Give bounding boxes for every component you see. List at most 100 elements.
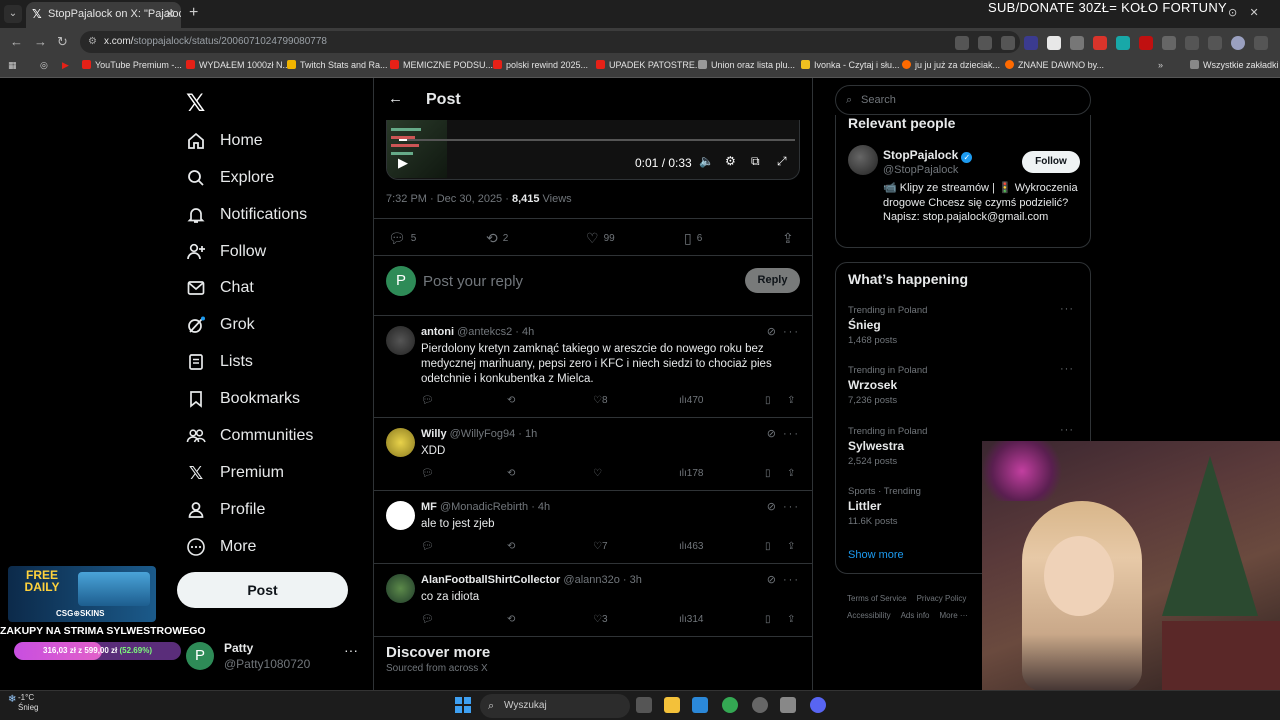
nav-grok[interactable]: Grok <box>186 311 255 339</box>
youtube-icon[interactable]: ▶ <box>62 60 69 71</box>
puzzle-icon[interactable] <box>1162 36 1176 50</box>
show-more-link[interactable]: Show more <box>848 549 904 561</box>
reply-item[interactable]: Willy @WillyFog94 · 1h ⊘ ··· XDD 💬︎ ⟲ ♡ … <box>374 418 812 491</box>
bookmark-item[interactable]: Union oraz lista plu... <box>698 60 795 70</box>
nav-profile[interactable]: Profile <box>186 496 265 524</box>
extension-icon[interactable] <box>1070 36 1084 50</box>
bookmark-item[interactable]: ju ju już za dzieciak... <box>902 60 1000 70</box>
reply-icon[interactable]: 💬︎ <box>421 395 434 406</box>
avatar[interactable] <box>386 326 415 355</box>
bookmark-action[interactable]: ▯ 6 <box>684 230 702 247</box>
avatar-icon[interactable] <box>1231 36 1245 50</box>
views-action[interactable]: ılı 470 <box>679 395 703 406</box>
more-icon[interactable]: ··· <box>1060 363 1074 375</box>
trend-item[interactable]: Trending in Poland Śnieg 1,468 posts ··· <box>848 303 1080 346</box>
extension-icon[interactable] <box>1093 36 1107 50</box>
browser-tab[interactable]: 𝕏 StopPajalock on X: "Pajalock po ✕ <box>26 2 181 28</box>
share-icon[interactable]: ⇪ <box>787 468 795 479</box>
avatar[interactable] <box>386 501 415 530</box>
reply-item[interactable]: antoni @antekcs2 · 4h ⊘ ··· Pierdolony k… <box>374 316 812 418</box>
back-arrow-icon[interactable]: ← <box>388 90 403 107</box>
avatar[interactable] <box>386 574 415 603</box>
obs-icon[interactable] <box>752 697 768 713</box>
windows-start-icon[interactable] <box>455 697 471 713</box>
share-action[interactable]: ⇪ <box>782 230 794 247</box>
reply-menu[interactable]: ⊘ ··· <box>767 500 800 513</box>
apps-icon[interactable]: ▦ <box>8 60 17 71</box>
fullscreen-icon[interactable]: ⤢ <box>777 154 787 169</box>
like-action[interactable]: ♡ 3 <box>593 614 608 625</box>
extension-icon[interactable] <box>1047 36 1061 50</box>
reply-author[interactable]: MF <box>421 501 437 513</box>
nav-bookmarks[interactable]: Bookmarks <box>186 385 300 413</box>
reply-menu[interactable]: ⊘ ··· <box>767 325 800 338</box>
tab-icon[interactable] <box>1185 36 1199 50</box>
nav-explore[interactable]: Explore <box>186 164 274 192</box>
post-button[interactable]: Post <box>177 572 348 608</box>
bookmark-item[interactable]: Ivonka - Czytaj i słu... <box>801 60 900 70</box>
file-explorer-icon[interactable] <box>664 697 680 713</box>
like-action[interactable]: ♡ <box>593 468 602 479</box>
repost-icon[interactable]: ⟲ <box>507 468 515 479</box>
settings-icon[interactable]: ⚙ <box>725 154 736 168</box>
reply-author[interactable]: Willy <box>421 428 447 440</box>
bookmark-icon[interactable]: ◎ <box>40 60 48 71</box>
bookmark-icon[interactable]: ▯ <box>765 468 771 479</box>
bookmark-icon[interactable]: ▯ <box>765 395 771 406</box>
new-tab-icon[interactable]: + <box>189 4 198 22</box>
video-progress-bar[interactable] <box>399 139 795 141</box>
reply-icon[interactable]: 💬︎ <box>421 614 434 625</box>
share-icon[interactable]: ⇪ <box>787 541 795 552</box>
share-icon[interactable]: ⇪ <box>787 614 795 625</box>
search-input[interactable]: ⌕ Search <box>835 85 1091 115</box>
repost-icon[interactable]: ⟲ <box>507 541 515 552</box>
bookmark-item[interactable]: UPADEK PATOSTRE... <box>596 60 702 70</box>
taskbar-search[interactable]: ⌕ Wyszukaj <box>480 694 630 718</box>
reply-item[interactable]: AlanFootballShirtCollector @alann32o · 3… <box>374 564 812 637</box>
store-icon[interactable] <box>692 697 708 713</box>
like-action[interactable]: ♡ 7 <box>593 541 608 552</box>
extension-icon[interactable] <box>1116 36 1130 50</box>
bookmark-item[interactable]: MEMICZNE PODSU... <box>390 60 493 70</box>
reply-item[interactable]: MF @MonadicRebirth · 4h ⊘ ··· ale to jes… <box>374 491 812 564</box>
bookmark-icon[interactable]: ▯ <box>765 541 771 552</box>
nav-communities[interactable]: Communities <box>186 422 313 450</box>
footer-link[interactable]: More ··· <box>939 611 967 620</box>
all-bookmarks[interactable]: Wszystkie zakładki <box>1190 60 1279 70</box>
reload-icon[interactable]: ↻ <box>57 34 68 50</box>
menu-icon[interactable] <box>1254 36 1268 50</box>
nav-notifications[interactable]: Notifications <box>186 201 307 229</box>
like-action[interactable]: ♡ 8 <box>593 395 608 406</box>
footer-link[interactable]: Privacy Policy <box>917 594 967 603</box>
task-view-icon[interactable] <box>636 697 652 713</box>
reply-menu[interactable]: ⊘ ··· <box>767 573 800 586</box>
follow-button[interactable]: Follow <box>1022 151 1080 173</box>
reply-menu[interactable]: ⊘ ··· <box>767 427 800 440</box>
repost-icon[interactable]: ⟲ <box>507 614 515 625</box>
extension-icon[interactable] <box>1024 36 1038 50</box>
install-icon[interactable] <box>978 36 992 50</box>
tab-close-icon[interactable]: ✕ <box>165 2 175 26</box>
more-icon[interactable]: ··· <box>344 642 358 658</box>
repost-icon[interactable]: ⟲ <box>507 395 515 406</box>
chevron-right-icon[interactable]: » <box>1158 60 1163 70</box>
weather-widget[interactable]: ❄ -1°C Śnieg <box>8 693 38 713</box>
avatar[interactable] <box>386 428 415 457</box>
discord-icon[interactable] <box>810 697 826 713</box>
zoom-icon[interactable] <box>955 36 969 50</box>
person-name[interactable]: StopPajalock ✓ <box>883 148 973 163</box>
star-icon[interactable] <box>1001 36 1015 50</box>
footer-link[interactable]: Ads info <box>901 611 930 620</box>
views-action[interactable]: ılı 314 <box>679 614 703 625</box>
tab-search-icon[interactable]: ⌄ <box>4 5 22 23</box>
trend-item[interactable]: Trending in Poland Wrzosek 7,236 posts ·… <box>848 363 1080 406</box>
window-controls[interactable]: ⊙ ✕ <box>1228 6 1259 19</box>
like-action[interactable]: ♡ 99 <box>586 230 615 247</box>
reply-author[interactable]: AlanFootballShirtCollector <box>421 574 560 586</box>
bookmark-item[interactable]: Twitch Stats and Ra... <box>287 60 388 70</box>
volume-icon[interactable]: 🔈 <box>699 154 714 168</box>
reply-input[interactable]: Post your reply <box>423 273 523 290</box>
bookmark-item[interactable]: YouTube Premium -... <box>82 60 182 70</box>
reply-icon[interactable]: 💬︎ <box>421 541 434 552</box>
reply-button[interactable]: Reply <box>745 268 800 293</box>
